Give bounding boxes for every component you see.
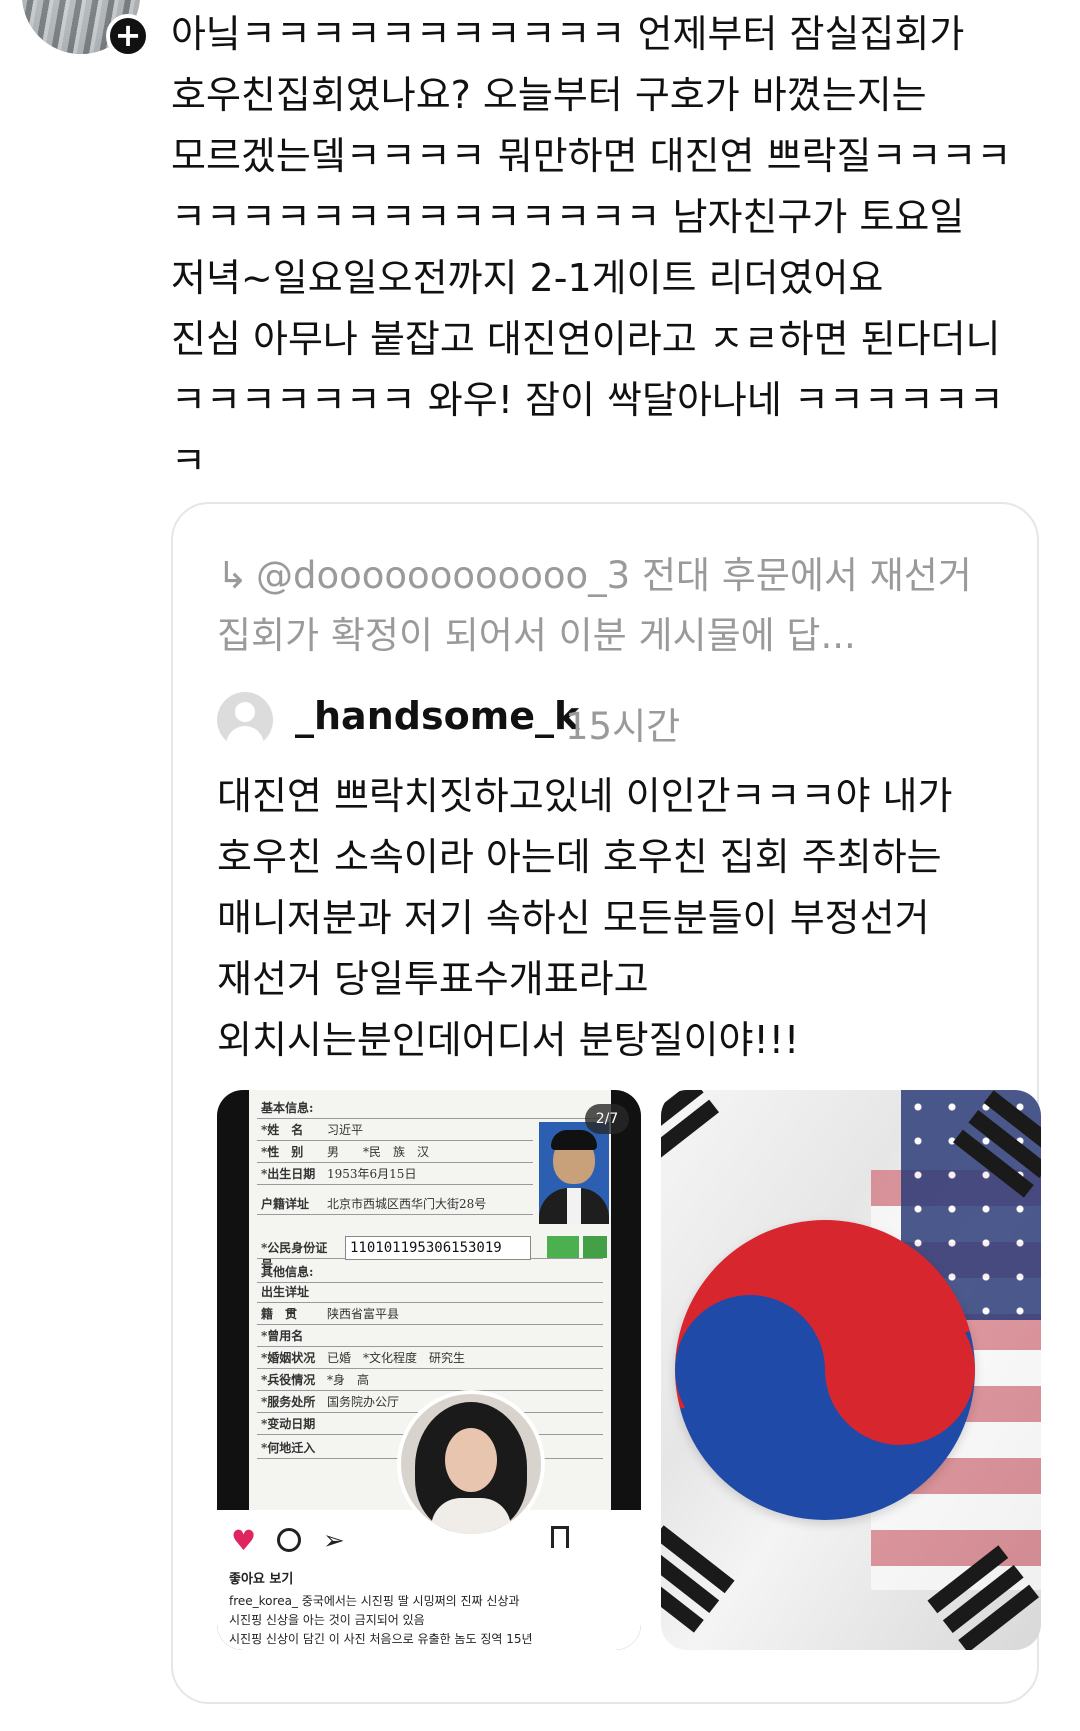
id-document-row: *姓 名 习近平 (257, 1118, 533, 1141)
id-document-field-key: *服务处所 (261, 1395, 316, 1409)
quoted-post-card[interactable]: ↳ @doooooooooooo_3 전대 후문에서 재선거 집회가 확정이 되어… (171, 502, 1041, 1704)
trigram-top-left (661, 1090, 725, 1175)
woman-face (445, 1428, 497, 1492)
heart-icon: ♥ (231, 1524, 257, 1557)
taegeuk-red-blob (825, 1295, 975, 1445)
media-image-korean-flag[interactable] (661, 1090, 1041, 1650)
id-document-row: *性 别 男 *民 族 汉 (257, 1140, 533, 1163)
quoted-post-header: _handsome_k 15시간 (217, 690, 997, 750)
id-document-row: *出生日期 1953年6月15日 (257, 1162, 533, 1185)
id-document-field-key: 其他信息: (261, 1265, 314, 1279)
woman-portrait-photo (397, 1390, 545, 1538)
id-document-field-value: 男 *民 族 汉 (327, 1145, 430, 1159)
id-document-row: *曾用名 (257, 1324, 603, 1347)
woman-top (431, 1498, 511, 1534)
quoted-post-text: 대진연 쁘락치짓하고있네 이인간ㅋㅋㅋ야 내가 호우친 소속이라 아는데 호우친… (217, 774, 953, 1062)
taegeuk-emblem (675, 1220, 975, 1520)
id-document-field-key: *曾用名 (261, 1329, 304, 1343)
author-avatar-area: + (0, 0, 150, 70)
send-icon: ➢ (323, 1526, 345, 1556)
id-number-box: 110101195306153019 (345, 1236, 531, 1260)
id-document-field-key: 户籍详址 (261, 1197, 310, 1211)
id-document-field-key: *何地迁入 (261, 1441, 316, 1455)
quoted-author-avatar[interactable] (217, 692, 273, 748)
id-document-row: 户籍详址 北京市西城区西华门大街28号 (257, 1192, 533, 1215)
id-document-field-key: *出生日期 (261, 1167, 316, 1181)
id-document-row: 籍 贯 陕西省富平县 (257, 1302, 603, 1325)
taegeuk-blue-blob (675, 1295, 825, 1445)
id-document-field-key: 出生详址 (261, 1285, 310, 1299)
id-document-field-key: *变动日期 (261, 1417, 316, 1431)
id-document-field-key: *兵役情况 (261, 1373, 316, 1387)
id-document-field-key: *性 别 (261, 1145, 304, 1159)
trigram-bottom-left (661, 1525, 735, 1640)
id-document-field-value: 1953年6月15日 (327, 1167, 417, 1181)
id-document-row: 出生详址 (257, 1280, 603, 1303)
quoted-post-time: 15시간 (565, 705, 681, 748)
quoted-username[interactable]: _handsome_k (295, 694, 579, 738)
id-document-field-key: *姓 名 (261, 1123, 304, 1137)
reply-context: ↳ @doooooooooooo_3 전대 후문에서 재선거 집회가 확정이 되어… (217, 546, 1017, 666)
embedded-instagram-bar: ♥ ➢ 좋아요 보기 free_korea_ 중국에서는 시진핑 딸 시밍쩌의 … (217, 1510, 641, 1650)
id-document-row: *兵役情况 *身 高 (257, 1368, 603, 1391)
follow-plus-icon[interactable]: + (106, 14, 150, 58)
id-document-field-value: 习近平 (327, 1123, 364, 1137)
portrait-shirt (567, 1188, 581, 1224)
portrait-hair (551, 1130, 597, 1150)
reply-context-text[interactable]: @doooooooooooo_3 전대 후문에서 재선거 집회가 확정이 되어서… (217, 554, 972, 657)
id-document-row: *婚姻状况 已婚 *文化程度 研究生 (257, 1346, 603, 1369)
post-text: 아닠ㅋㅋㅋㅋㅋㅋㅋㅋㅋㅋㅋ 언제부터 잠실집회가 호우친집회였나요? 오늘부터 … (171, 12, 1012, 483)
media-carousel[interactable]: 基本信息: *姓 名 习近平 *性 别 男 *民 族 汉 *出生日期 1953年6月15日户… (217, 1090, 1041, 1650)
doc-export-button (583, 1236, 607, 1258)
id-document-field-value: *身 高 (327, 1373, 370, 1387)
embedded-caption: free_korea_ 중국에서는 시진핑 딸 시밍쩌의 진짜 신상과 시진핑 … (229, 1594, 533, 1646)
id-document-row: 基本信息: (257, 1096, 603, 1119)
doc-detail-button (547, 1236, 579, 1258)
id-document-field-value: 北京市西城区西华门大街28号 (327, 1197, 487, 1211)
media-image-id-document[interactable]: 基本信息: *姓 名 习近平 *性 别 男 *民 族 汉 *出生日期 1953年6月15日户… (217, 1090, 641, 1650)
comment-icon (277, 1528, 301, 1552)
avatar-body-shape (226, 726, 264, 748)
id-portrait-photo (539, 1122, 609, 1224)
bookmark-icon (551, 1526, 569, 1548)
id-document-field-value: 国务院办公厅 (327, 1395, 400, 1409)
id-document-field-value: 已婚 *文化程度 研究生 (327, 1351, 466, 1365)
id-document-field-key: *婚姻状况 (261, 1351, 316, 1365)
reply-arrow-icon: ↳ (217, 554, 249, 597)
avatar-head-shape (235, 702, 255, 722)
id-document-field-key: 籍 贯 (261, 1307, 298, 1321)
likes-label: 좋아요 보기 (229, 1572, 294, 1587)
id-document-field-value: 陕西省富平县 (327, 1307, 400, 1321)
image-counter-badge: 2/7 (585, 1104, 629, 1134)
id-document-field-key: 基本信息: (261, 1101, 314, 1115)
